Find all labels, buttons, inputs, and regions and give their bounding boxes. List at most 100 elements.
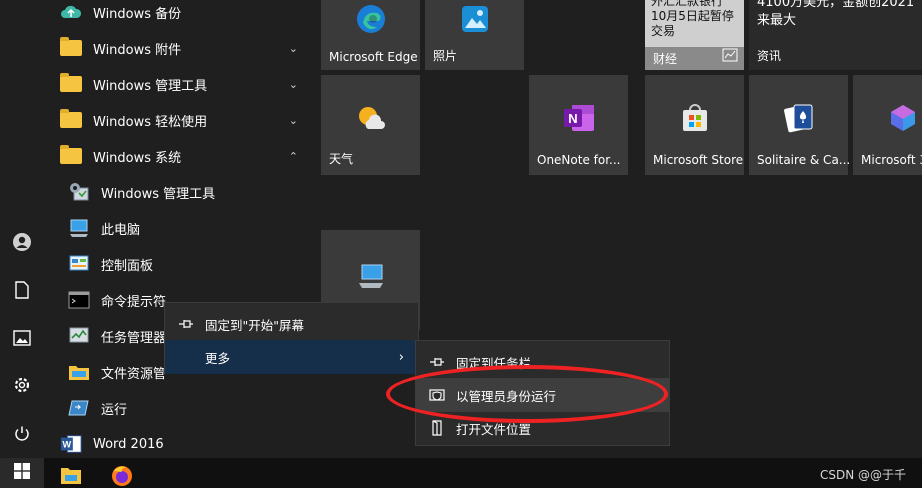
menu-item-pin-to-start[interactable]: 固定到"开始"屏幕 [165,307,418,341]
menu-item-more[interactable]: 更多 › [165,340,418,374]
power-icon[interactable] [12,424,32,444]
app-item-windows-system[interactable]: Windows 系统 ⌃ [44,138,310,174]
app-item-word[interactable]: W Word 2016 [44,426,310,462]
app-item-label: 命令提示符 [101,294,167,310]
control-panel-icon [68,253,90,275]
chevron-down-icon: ⌄ [288,41,298,55]
word-icon: W [60,433,82,455]
pictures-icon[interactable] [12,328,32,348]
chevron-down-icon: ⌄ [288,113,298,127]
settings-gear-icon[interactable] [12,375,32,395]
folder-icon [60,109,82,131]
computer-icon [356,262,386,294]
user-account-icon[interactable] [12,232,32,252]
tile-label: Microsoft 36 [861,153,922,167]
menu-item-run-as-administrator[interactable]: 以管理员身份运行 [416,378,669,412]
app-item-label: 任务管理器 [101,330,167,346]
menu-item-pin-to-taskbar[interactable]: 固定到任务栏 [416,345,669,379]
tile-news[interactable]: 4100万美元，金额创2021 来最大 资讯 [749,0,922,70]
tile-label: OneNote for... [537,153,621,167]
folder-icon [60,73,82,95]
microsoft-365-icon [888,103,918,137]
store-bag-icon [679,102,711,138]
weather-sun-cloud-icon [354,103,388,137]
svg-text:N: N [568,111,577,126]
menu-item-label: 以管理员身份运行 [456,388,557,404]
tile-microsoft-store[interactable]: Microsoft Store [645,75,744,175]
tile-weather[interactable]: 天气 [321,75,420,175]
chevron-right-icon: › [398,349,404,365]
app-item-label: Windows 管理工具 [101,186,216,202]
tile-label: 天气 [329,152,354,166]
csdn-watermark: CSDN @@于千 [819,468,906,482]
menu-item-label: 打开文件位置 [456,421,532,437]
pin-icon [177,315,195,333]
file-explorer-icon [68,361,90,383]
svg-text:W: W [63,440,72,450]
tile-finance[interactable]: 外汇汇款银行 10月5日起暂停 交易 财经 [645,0,744,70]
app-item-windows-admin-tools[interactable]: Windows 管理工具 [44,174,310,210]
menu-item-label: 固定到"开始"屏幕 [205,317,304,333]
pin-icon [428,353,446,371]
tile-microsoft-edge[interactable]: Microsoft Edge [321,0,420,70]
cloud-upload-icon [60,1,82,23]
app-item-label: Windows 系统 [93,150,182,166]
app-item-windows-backup[interactable]: Windows 备份 [44,0,310,30]
chevron-down-icon: ⌄ [288,77,298,91]
app-item-windows-accessories[interactable]: Windows 附件 ⌄ [44,30,310,66]
app-item-label: 运行 [101,402,128,418]
menu-item-label: 更多 [205,350,231,366]
windows-start-button[interactable] [0,458,44,488]
app-item-label: Windows 备份 [93,6,182,22]
computer-icon [68,217,90,239]
app-item-label: Windows 附件 [93,42,182,58]
folder-icon [60,145,82,167]
documents-icon[interactable] [12,280,32,300]
open-location-icon [428,419,446,437]
onenote-icon: N [562,102,596,138]
tile-photos[interactable]: 照片 [425,0,524,70]
context-menu-primary: 固定到"开始"屏幕 更多 › [164,302,419,374]
finance-headline: 外汇汇款银行 10月5日起暂停 交易 [651,0,734,38]
run-icon [68,397,90,419]
edge-icon [355,3,387,39]
app-item-run[interactable]: 运行 [44,390,310,426]
tile-onenote[interactable]: N OneNote for... [529,75,628,175]
app-item-windows-ease-of-access[interactable]: Windows 轻松使用 ⌄ [44,102,310,138]
firefox-taskbar-icon[interactable] [110,463,134,488]
photos-icon [460,4,490,38]
app-item-label: Word 2016 [93,436,164,452]
app-item-label: 此电脑 [101,222,141,238]
tile-microsoft-365[interactable]: Microsoft 36 [853,75,922,175]
app-list: Windows 备份 Windows 附件 ⌄ Windows 管理工具 ⌄ W… [44,0,310,458]
menu-item-label: 固定到任务栏 [456,355,532,371]
app-item-label: Windows 管理工具 [93,78,208,94]
chevron-up-icon: ⌃ [288,149,298,163]
app-item-label: 文件资源管 [101,366,167,382]
start-left-rail [0,0,44,458]
task-manager-icon [68,325,90,347]
app-item-control-panel[interactable]: 控制面板 [44,246,310,282]
file-explorer-taskbar-icon[interactable] [60,464,82,488]
taskbar: CSDN @@于千 [0,458,922,488]
cmd-icon [68,289,90,311]
tile-label: Solitaire & Ca... [757,153,851,167]
tile-label: 资讯 [757,49,782,63]
solitaire-cards-icon [782,101,816,139]
tile-label: Microsoft Store [653,153,744,167]
app-item-label: Windows 轻松使用 [93,114,208,130]
chart-icon [722,48,738,66]
folder-icon [60,37,82,59]
tile-label: 照片 [433,49,458,63]
app-item-windows-admin-tools-folder[interactable]: Windows 管理工具 ⌄ [44,66,310,102]
windows-logo-icon [14,463,30,483]
tile-label: Microsoft Edge [329,50,418,64]
news-headline: 4100万美元，金额创2021 来最大 [757,0,915,28]
app-item-label: 控制面板 [101,258,154,274]
menu-item-open-file-location[interactable]: 打开文件位置 [416,411,669,445]
context-menu-more-submenu: 固定到任务栏 以管理员身份运行 打开文件位置 [415,340,670,446]
shield-icon [428,386,446,404]
admin-tools-icon [68,181,90,203]
tile-solitaire[interactable]: Solitaire & Ca... [749,75,851,175]
app-item-this-pc[interactable]: 此电脑 [44,210,310,246]
